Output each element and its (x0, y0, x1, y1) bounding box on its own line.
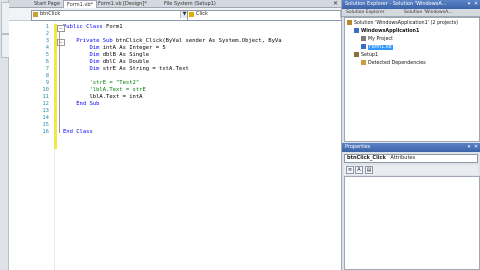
project-icon (354, 28, 359, 33)
outline-guide (59, 31, 60, 133)
properties-grid[interactable] (344, 176, 480, 270)
tree-node[interactable]: My Project (361, 36, 393, 43)
control-icon (33, 12, 38, 17)
tree-node-label: Detected Dependencies (368, 61, 426, 66)
tree-node[interactable]: Setup1 (354, 52, 378, 59)
my-project-icon (361, 36, 366, 41)
tree-node[interactable]: Form1.vb (361, 44, 393, 51)
categorized-icon[interactable]: ≡ (346, 166, 354, 174)
tree-node-label: Form1.vb (368, 45, 393, 50)
tree-node[interactable]: WindowsApplication1 (354, 28, 419, 35)
tab-solution-explorer[interactable]: Solution Explorer (344, 9, 387, 16)
properties-selected-object: btnClick_Click (347, 155, 386, 161)
code-text: lblA.Text = intA (63, 94, 143, 100)
tab-form1-design[interactable]: Form1.vb [Design]* (95, 0, 150, 8)
code-text: strE As String = txtA.Text (99, 66, 189, 72)
solution-explorer-tabs: Solution Explorer Solution 'WindowsA... (342, 9, 480, 17)
tree-node-label: Setup1 (361, 53, 379, 58)
vb-file-icon (361, 44, 366, 49)
line-number: 13 (42, 108, 49, 114)
line-number: 12 (42, 101, 49, 107)
code-text: dblC As Double (99, 59, 150, 65)
line-number: 4 (45, 45, 49, 51)
code-text: intA As Integer = 5 (99, 45, 166, 51)
properties-titlebar: Properties ▾ ✕ (342, 143, 480, 152)
code-text: dblB As Single (99, 52, 150, 58)
solution-icon (347, 20, 352, 25)
close-icon[interactable]: ✕ (473, 1, 479, 7)
line-number: 11 (42, 94, 49, 100)
code-line[interactable]: Public Class Form1 (63, 24, 123, 31)
keyword-text: Dim (63, 59, 100, 65)
line-number: 8 (45, 73, 49, 79)
folder-icon (361, 60, 366, 65)
event-combo[interactable]: Click ▼ (187, 10, 349, 21)
object-combo-value: btnClick (40, 11, 61, 17)
comment-text: 'strE = "Test2" (63, 80, 140, 86)
keyword-text: Dim (63, 66, 100, 72)
code-line[interactable]: End Sub (63, 101, 99, 108)
tab-solution-secondary[interactable]: Solution 'WindowsA... (402, 9, 454, 16)
keyword-text: Public Class (63, 24, 103, 30)
tree-node-label: My Project (368, 37, 393, 42)
object-combo[interactable]: btnClick ▼ (31, 10, 189, 21)
pin-icon[interactable]: ▾ (466, 1, 472, 7)
tab-start-page[interactable]: Start Page (31, 0, 63, 8)
keyword-text: Dim (63, 45, 100, 51)
line-number: 7 (45, 66, 49, 72)
code-line[interactable]: Private Sub btnClick_Click(ByVal sender … (63, 38, 282, 45)
code-line[interactable]: Dim strE As String = txtA.Text (63, 66, 189, 73)
line-number: 6 (45, 59, 49, 65)
right-tool-panel: Solution Explorer - Solution 'WindowsA..… (341, 0, 480, 270)
tree-node-label: WindowsApplication1 (361, 29, 420, 34)
properties-toolbar: ≡ A ▤ (344, 165, 478, 175)
solution-explorer-titlebar: Solution Explorer - Solution 'WindowsA..… (342, 0, 480, 9)
keyword-text: Dim (63, 52, 100, 58)
code-editor[interactable]: 1 Public Class Form1 2 3 Private Sub btnCli… (9, 21, 341, 270)
line-number: 16 (42, 129, 49, 135)
tree-node[interactable]: Solution 'WindowsApplication1' (2 projec… (347, 20, 458, 27)
code-line[interactable]: End Class (63, 129, 93, 136)
properties-selected-type: Attributes (390, 155, 416, 161)
keyword-text: End Class (63, 129, 93, 135)
comment-text: 'lblA.Text = strE (63, 87, 146, 93)
code-line[interactable]: 'strE = "Test2" (63, 80, 139, 87)
solution-tree[interactable]: Solution 'WindowsApplication1' (2 projec… (344, 17, 480, 142)
alphabetical-icon[interactable]: A (355, 166, 363, 174)
close-document-icon[interactable]: ✕ (331, 0, 340, 8)
property-pages-icon[interactable]: ▤ (365, 166, 373, 174)
tab-file-system-setup[interactable]: File System (Setup1) (161, 0, 219, 8)
pin-icon[interactable]: ▾ (466, 144, 472, 150)
line-number: 9 (45, 80, 49, 86)
line-number: 10 (42, 87, 49, 93)
document-tab-strip: Start Page Form1.vb* Form1.vb [Design]* … (9, 0, 341, 10)
keyword-text: Private Sub (63, 38, 113, 44)
line-number: 3 (45, 38, 49, 44)
keyword-text: End Sub (63, 101, 100, 107)
tree-node-label: Solution 'WindowsApplication1' (2 projec… (354, 21, 458, 26)
setup-project-icon (354, 52, 359, 57)
toolbox-strip (0, 0, 10, 270)
solution-explorer-title: Solution Explorer - Solution 'WindowsA..… (345, 1, 447, 7)
line-number: 14 (42, 115, 49, 121)
event-icon (189, 12, 194, 17)
code-text: btnClick_Click(ByVal sender As System.Ob… (112, 38, 282, 44)
code-line[interactable]: 'lblA.Text = strE (63, 87, 146, 94)
code-line[interactable]: Dim dblC As Double (63, 59, 149, 66)
line-number: 1 (45, 24, 49, 30)
code-line[interactable]: Dim dblB As Single (63, 52, 149, 59)
code-line[interactable]: lblA.Text = intA (63, 94, 142, 101)
code-navigation-bar: btnClick ▼ Click ▼ (9, 8, 349, 21)
event-combo-value: Click (196, 11, 208, 17)
tree-node[interactable]: Detected Dependencies (361, 60, 426, 67)
line-number: 15 (42, 122, 49, 128)
close-icon[interactable]: ✕ (473, 144, 479, 150)
properties-title: Properties (345, 144, 371, 150)
line-number: 2 (45, 31, 49, 37)
code-line[interactable]: Dim intA As Integer = 5 (63, 45, 166, 52)
properties-object-selector[interactable]: btnClick_Click Attributes (344, 154, 478, 163)
line-number: 5 (45, 52, 49, 58)
code-text: Form1 (102, 24, 123, 30)
